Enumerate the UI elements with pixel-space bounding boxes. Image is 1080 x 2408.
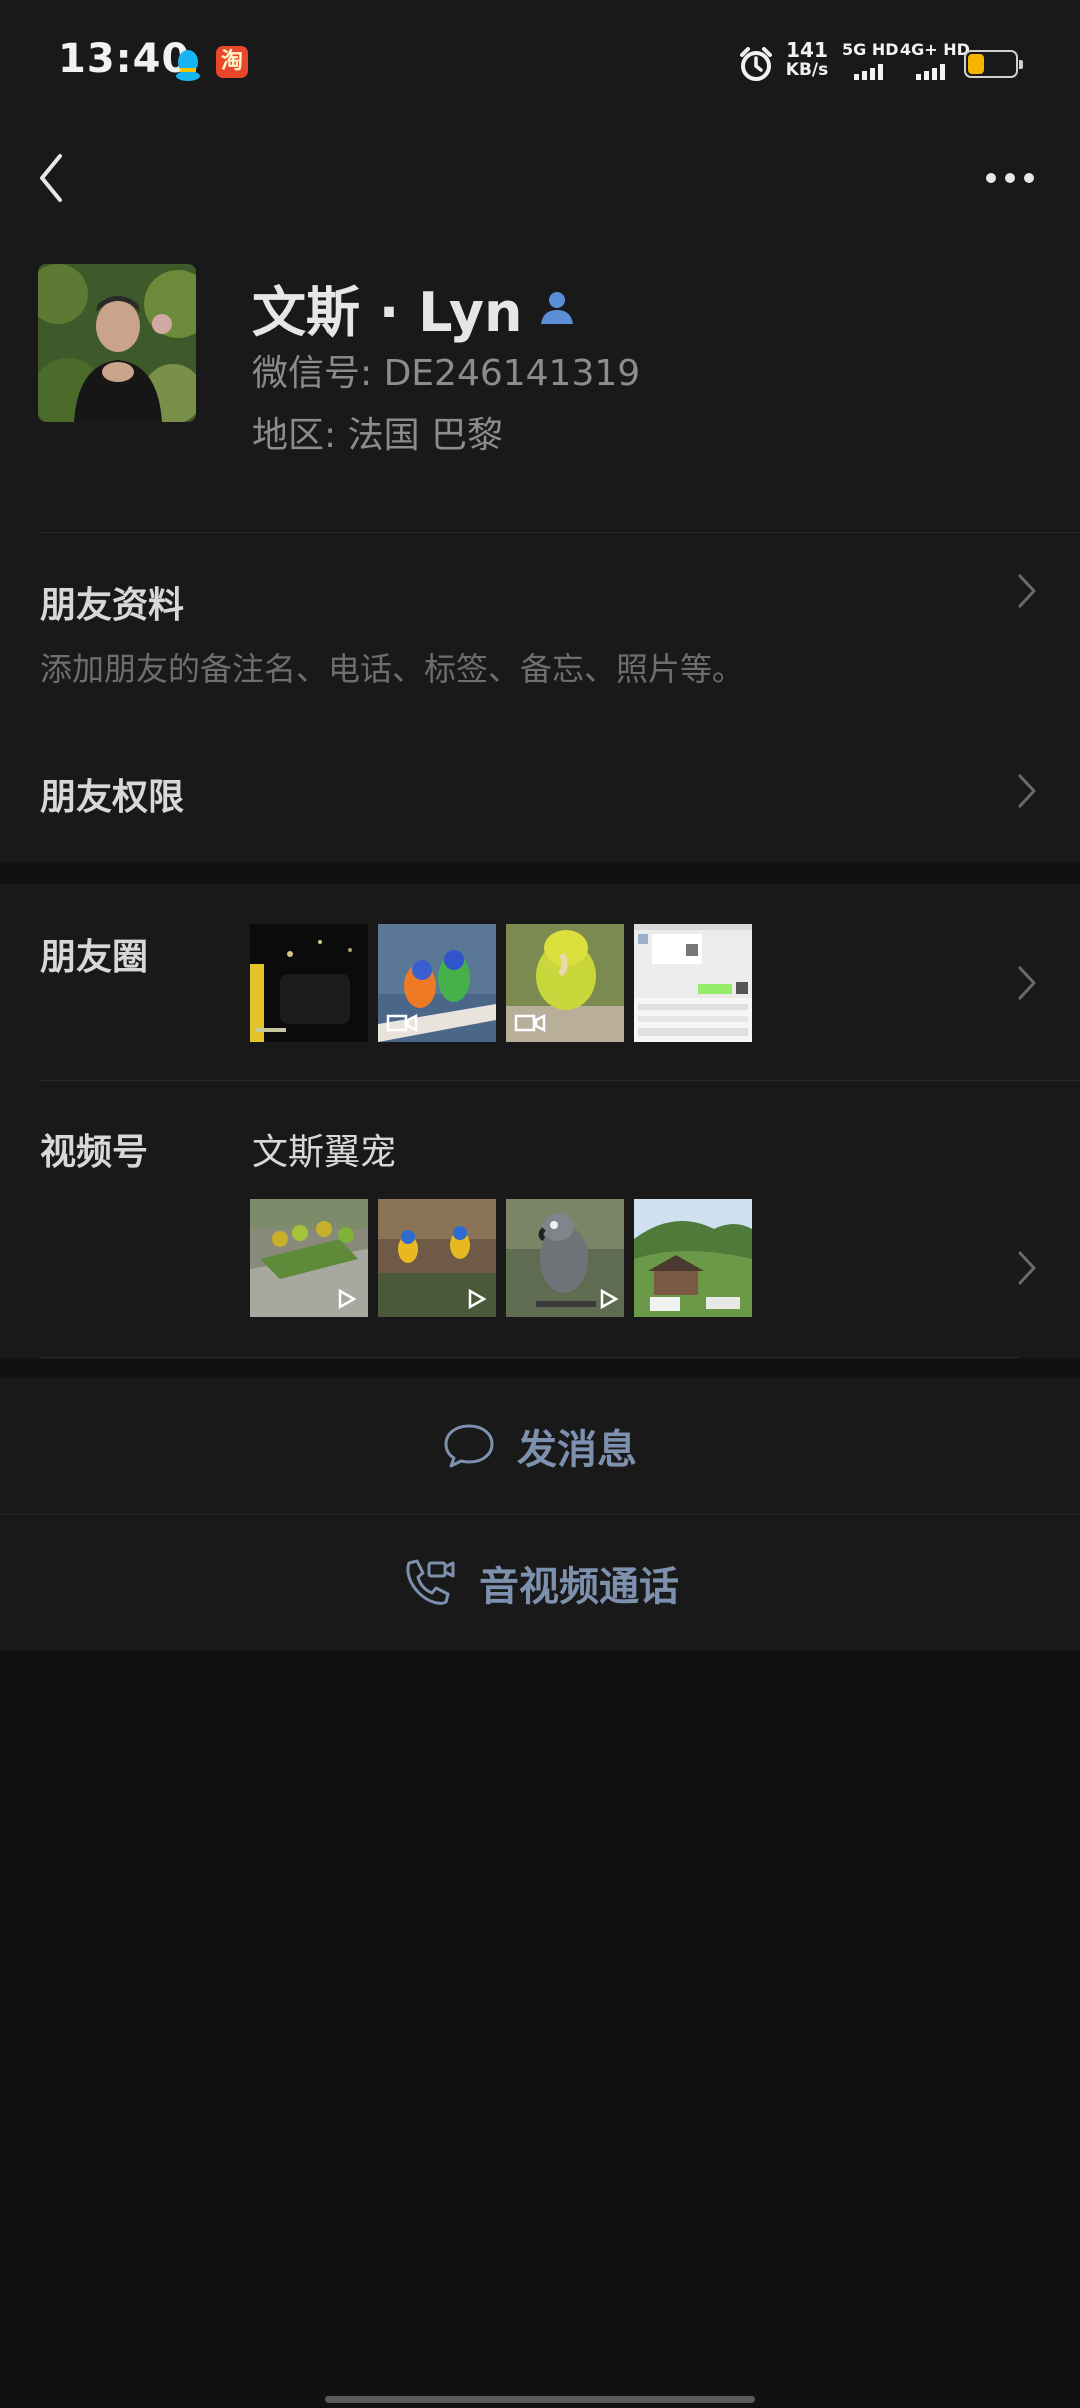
more-options-icon[interactable] — [986, 160, 1038, 196]
home-indicator[interactable] — [325, 2396, 755, 2403]
moments-thumbnail — [378, 924, 496, 1042]
profile-header: 文斯 · Lyn 微信号: DE246141319 地区: 法国 巴黎 — [0, 130, 1080, 530]
channel-thumbnail — [634, 1199, 752, 1317]
voice-video-call-label: 音视频通话 — [479, 1564, 679, 1610]
moments-thumbnail — [506, 924, 624, 1042]
battery-fill — [968, 54, 984, 74]
channel-name: 文斯翼宠 — [252, 1132, 397, 1173]
alarm-icon — [740, 47, 772, 81]
taobao-icon: 淘 — [216, 46, 248, 78]
channel-thumbnail — [506, 1199, 624, 1317]
moments-channels-card: 朋友圈 视频号 文斯翼宠 — [0, 884, 1080, 1358]
channel-thumbnail — [378, 1199, 496, 1317]
moments-thumbnail — [634, 924, 752, 1042]
status-bar: 13:40 淘 141 KB/s 5G HD 4G+ HD — [0, 0, 1080, 130]
chevron-right-icon — [1018, 774, 1036, 808]
video-call-icon — [406, 1559, 455, 1605]
chevron-right-icon — [1018, 574, 1036, 608]
chevron-right-icon — [1018, 966, 1036, 1000]
sim1-label: 5G HD — [842, 40, 899, 59]
avatar[interactable] — [38, 264, 196, 422]
wechat-id: 微信号: DE246141319 — [252, 353, 641, 394]
status-time: 13:40 — [58, 36, 191, 82]
qq-icon — [176, 50, 200, 81]
friend-permission-row[interactable]: 朋友权限 — [0, 726, 1080, 862]
battery-icon — [964, 50, 1023, 78]
region: 地区: 法国 巴黎 — [252, 415, 504, 456]
network-speed: 141 KB/s — [784, 40, 830, 80]
moments-row[interactable]: 朋友圈 — [0, 884, 1080, 1080]
send-message-label: 发消息 — [517, 1427, 637, 1473]
signal-icon — [916, 64, 970, 80]
channels-row[interactable]: 视频号 文斯翼宠 — [0, 1081, 1080, 1357]
network-speed-value: 141 — [786, 38, 828, 62]
profile-name-row: 文斯 · Lyn — [252, 268, 577, 347]
friend-settings-card: 朋友资料 添加朋友的备注名、电话、标签、备忘、照片等。 朋友权限 — [0, 530, 1080, 862]
chat-bubble-icon — [444, 1424, 494, 1468]
network-speed-unit: KB/s — [785, 60, 829, 80]
friend-permission-title: 朋友权限 — [40, 777, 185, 818]
moments-thumbnail — [250, 924, 368, 1042]
profile-name: 文斯 · Lyn — [252, 281, 523, 344]
sim2-label: 4G+ HD — [900, 40, 970, 59]
back-arrow-icon[interactable] — [34, 148, 68, 208]
moments-title: 朋友圈 — [40, 937, 149, 978]
contact-person-icon — [540, 291, 573, 324]
chevron-right-icon — [1018, 1251, 1036, 1285]
friend-info-subtitle: 添加朋友的备注名、电话、标签、备忘、照片等。 — [40, 650, 745, 688]
send-message-button[interactable]: 发消息 — [0, 1378, 1080, 1514]
channel-thumbnail — [250, 1199, 368, 1317]
sim2-signal: 4G+ HD — [900, 40, 970, 80]
friend-info-title: 朋友资料 — [40, 585, 185, 626]
channels-title: 视频号 — [40, 1132, 149, 1173]
signal-icon — [854, 64, 899, 80]
friend-info-row[interactable]: 朋友资料 添加朋友的备注名、电话、标签、备忘、照片等。 — [0, 532, 1080, 726]
voice-video-call-button[interactable]: 音视频通话 — [0, 1515, 1080, 1651]
contact-profile-page: 13:40 淘 141 KB/s 5G HD 4G+ HD 文斯 · Lyn 微… — [0, 0, 1080, 2408]
sim1-signal: 5G HD — [842, 40, 899, 80]
